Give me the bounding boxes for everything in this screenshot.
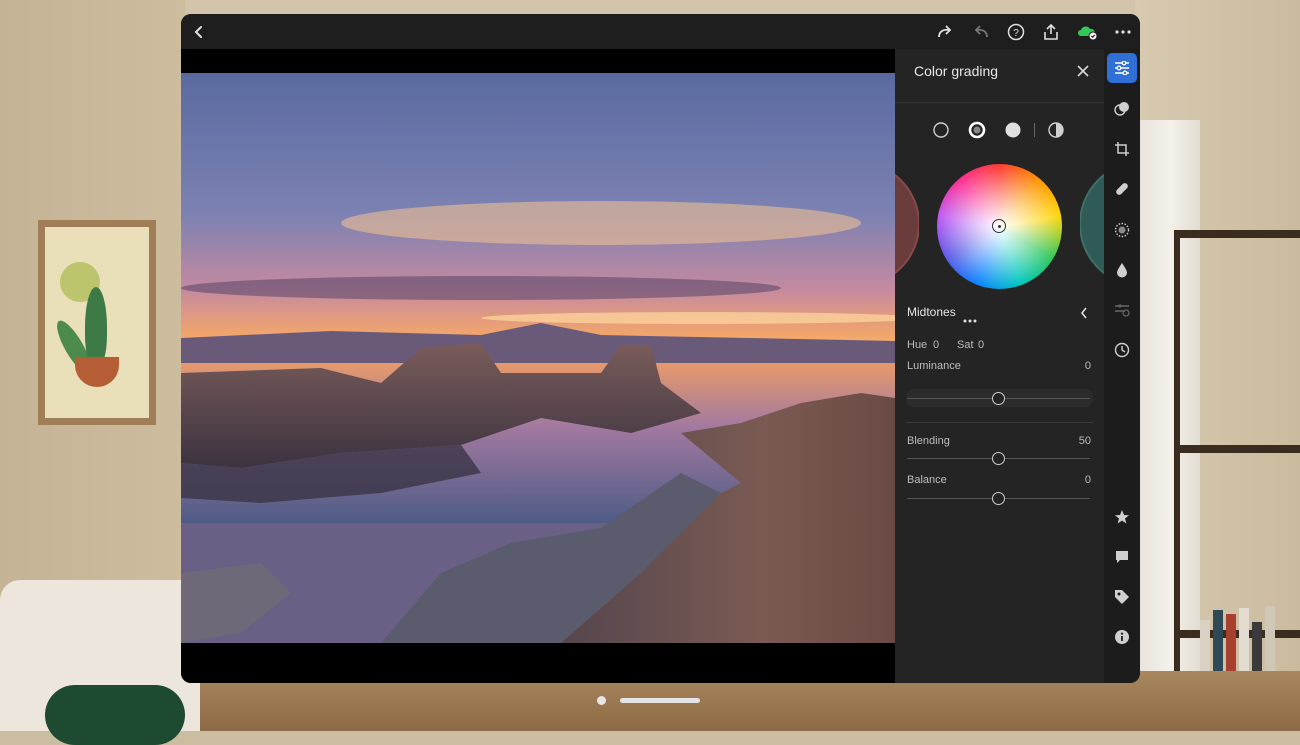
mode-midtones-icon[interactable] — [968, 121, 986, 139]
highlights-wheel-preview[interactable] — [1080, 174, 1104, 274]
window-grabber-bar[interactable] — [620, 698, 700, 703]
cloud-sync-icon[interactable] — [1075, 22, 1101, 42]
balance-slider-thumb[interactable] — [992, 492, 1005, 505]
photo-canyon-sunset[interactable] — [181, 73, 895, 643]
luminance-label: Luminance — [907, 360, 961, 372]
sat-value: 0 — [978, 339, 985, 351]
mode-separator — [1034, 123, 1035, 137]
pillow — [45, 685, 185, 745]
region-more-icon[interactable] — [963, 310, 977, 328]
redo-icon[interactable] — [935, 22, 955, 42]
sat-label: Sat — [957, 339, 974, 351]
blending-value: 50 — [1078, 435, 1091, 447]
color-grading-panel: Color grading Midtones Hue 0 Sat 0 Lumin… — [895, 49, 1104, 683]
wall-art — [38, 220, 156, 425]
presets-icon[interactable] — [1107, 215, 1137, 245]
mode-global-icon[interactable] — [1047, 121, 1065, 139]
info-icon[interactable] — [1107, 622, 1137, 652]
region-label: Midtones — [907, 305, 956, 319]
top-toolbar: ? — [181, 14, 1140, 49]
shadows-wheel-preview[interactable] — [895, 174, 919, 274]
masking-icon[interactable] — [1107, 94, 1137, 124]
tag-icon[interactable] — [1107, 582, 1137, 612]
edit-sliders-icon[interactable] — [1107, 53, 1137, 83]
luminance-slider-thumb[interactable] — [992, 392, 1005, 405]
more-icon[interactable] — [1113, 22, 1133, 42]
app-window: ? Color grading Midtones Hue 0 Sat 0 Lum… — [181, 14, 1140, 683]
help-icon[interactable]: ? — [1006, 22, 1026, 42]
mode-highlights-icon[interactable] — [1004, 121, 1022, 139]
blending-label: Blending — [907, 435, 950, 447]
close-icon[interactable] — [1073, 61, 1093, 81]
balance-value: 0 — [1084, 474, 1091, 486]
hue-value: 0 — [933, 339, 940, 351]
healing-icon[interactable] — [1107, 174, 1137, 204]
comment-icon[interactable] — [1107, 542, 1137, 572]
collapse-chevron-icon[interactable] — [1080, 306, 1088, 324]
mode-shadows-icon[interactable] — [932, 121, 950, 139]
edit-tool-rail — [1104, 49, 1140, 683]
bookshelf — [1174, 230, 1300, 731]
undo-icon[interactable] — [971, 22, 991, 42]
history-icon[interactable] — [1107, 335, 1137, 365]
blending-slider-thumb[interactable] — [992, 452, 1005, 465]
color-wheel[interactable] — [937, 164, 1062, 289]
page-indicator-dot — [597, 696, 606, 705]
photo-viewer[interactable] — [181, 49, 895, 683]
panel-title: Color grading — [914, 63, 999, 79]
section-divider — [906, 422, 1093, 423]
versions-icon[interactable] — [1107, 295, 1137, 325]
star-icon[interactable] — [1107, 502, 1137, 532]
share-icon[interactable] — [1041, 22, 1061, 42]
back-icon[interactable] — [189, 22, 209, 42]
crop-icon[interactable] — [1107, 134, 1137, 164]
balance-label: Balance — [907, 474, 947, 486]
luminance-value: 0 — [1084, 360, 1091, 372]
color-drop-icon[interactable] — [1107, 255, 1137, 285]
hue-label: Hue — [907, 339, 928, 351]
panel-divider — [895, 102, 1104, 103]
svg-text:?: ? — [1013, 28, 1019, 39]
